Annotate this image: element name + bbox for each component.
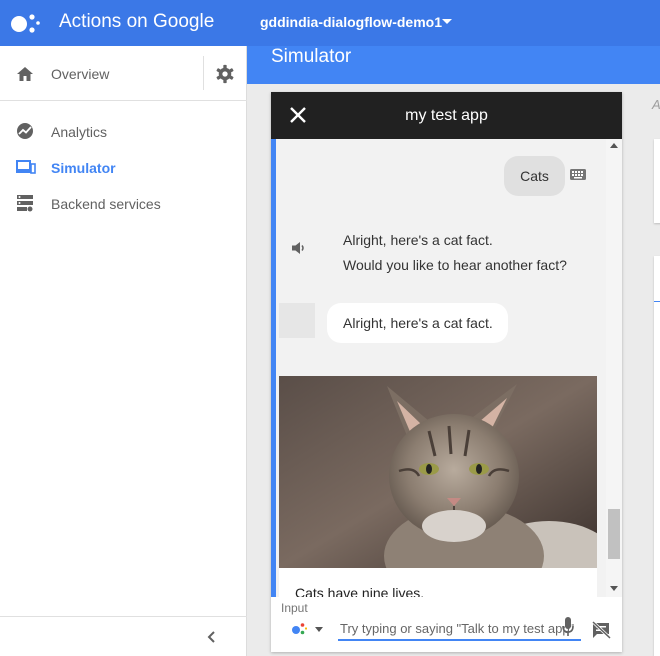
right-panel-tabs xyxy=(654,256,660,656)
cat-image xyxy=(279,376,597,568)
conversation-area[interactable]: Cats Alright, here's a cat fact. Would y… xyxy=(271,139,622,597)
gear-icon[interactable] xyxy=(215,64,235,84)
query-input[interactable] xyxy=(338,617,581,641)
tab-indicator xyxy=(654,301,660,302)
scroll-up-arrow-icon[interactable] xyxy=(610,143,618,148)
input-bar: Input xyxy=(271,597,622,652)
sidebar-item-label: Backend services xyxy=(51,196,161,212)
sidebar-item-label: Overview xyxy=(51,66,110,82)
bot-message-bubble: Alright, here's a cat fact. xyxy=(327,303,508,343)
sidebar-footer xyxy=(0,616,247,656)
accent-bar xyxy=(271,139,276,597)
basic-card: Cats have nine lives. xyxy=(279,376,597,597)
app-brand: Actions on Google xyxy=(59,11,215,32)
sidebar-item-label: Simulator xyxy=(51,160,116,176)
simulator-header: my test app xyxy=(271,92,622,139)
sidebar: Overview Analytics Simulator Backend ser… xyxy=(0,46,247,656)
page-title: Simulator xyxy=(271,46,352,67)
sidebar-item-backend-services[interactable]: Backend services xyxy=(0,185,247,221)
project-selector[interactable]: gddindia-dialogflow-demo1 xyxy=(260,14,442,30)
speech-off-icon[interactable] xyxy=(591,621,611,639)
sidebar-item-analytics[interactable]: Analytics xyxy=(0,113,247,149)
user-message-bubble: Cats xyxy=(504,156,565,196)
divider xyxy=(203,56,204,90)
simulator-title: my test app xyxy=(405,107,488,124)
microphone-icon[interactable] xyxy=(562,617,574,637)
sidebar-item-label: Analytics xyxy=(51,124,108,140)
speech-text-line: Would you like to hear another fact? xyxy=(343,257,567,273)
right-panel-label: A xyxy=(652,97,660,112)
home-icon xyxy=(17,67,33,81)
simulator-panel: my test app Cats Alright, here's a cat f… xyxy=(271,92,622,652)
trending-icon xyxy=(17,123,33,139)
chat-scrollbar[interactable] xyxy=(606,139,622,597)
speech-text-line: Alright, here's a cat fact. xyxy=(343,232,493,248)
avatar xyxy=(279,303,315,338)
sidebar-item-simulator[interactable]: Simulator xyxy=(0,149,247,185)
right-panel-card xyxy=(654,139,660,223)
storage-icon xyxy=(17,195,33,212)
scroll-down-arrow-icon[interactable] xyxy=(610,586,618,591)
scrollbar-thumb[interactable] xyxy=(608,509,620,559)
assistant-mode-icon[interactable] xyxy=(291,621,307,635)
devices-icon xyxy=(16,160,36,174)
input-label: Input xyxy=(281,601,308,615)
sidebar-item-overview[interactable]: Overview xyxy=(0,46,247,101)
top-app-bar: Actions on Google gddindia-dialogflow-de… xyxy=(0,0,660,46)
google-assistant-logo-icon xyxy=(11,14,40,33)
chevron-down-icon[interactable] xyxy=(315,627,323,632)
chevron-down-icon[interactable] xyxy=(442,19,452,24)
card-text: Cats have nine lives. xyxy=(295,585,425,597)
speaker-icon[interactable] xyxy=(291,241,307,255)
chevron-left-icon[interactable] xyxy=(205,630,219,644)
keyboard-icon xyxy=(570,169,586,180)
